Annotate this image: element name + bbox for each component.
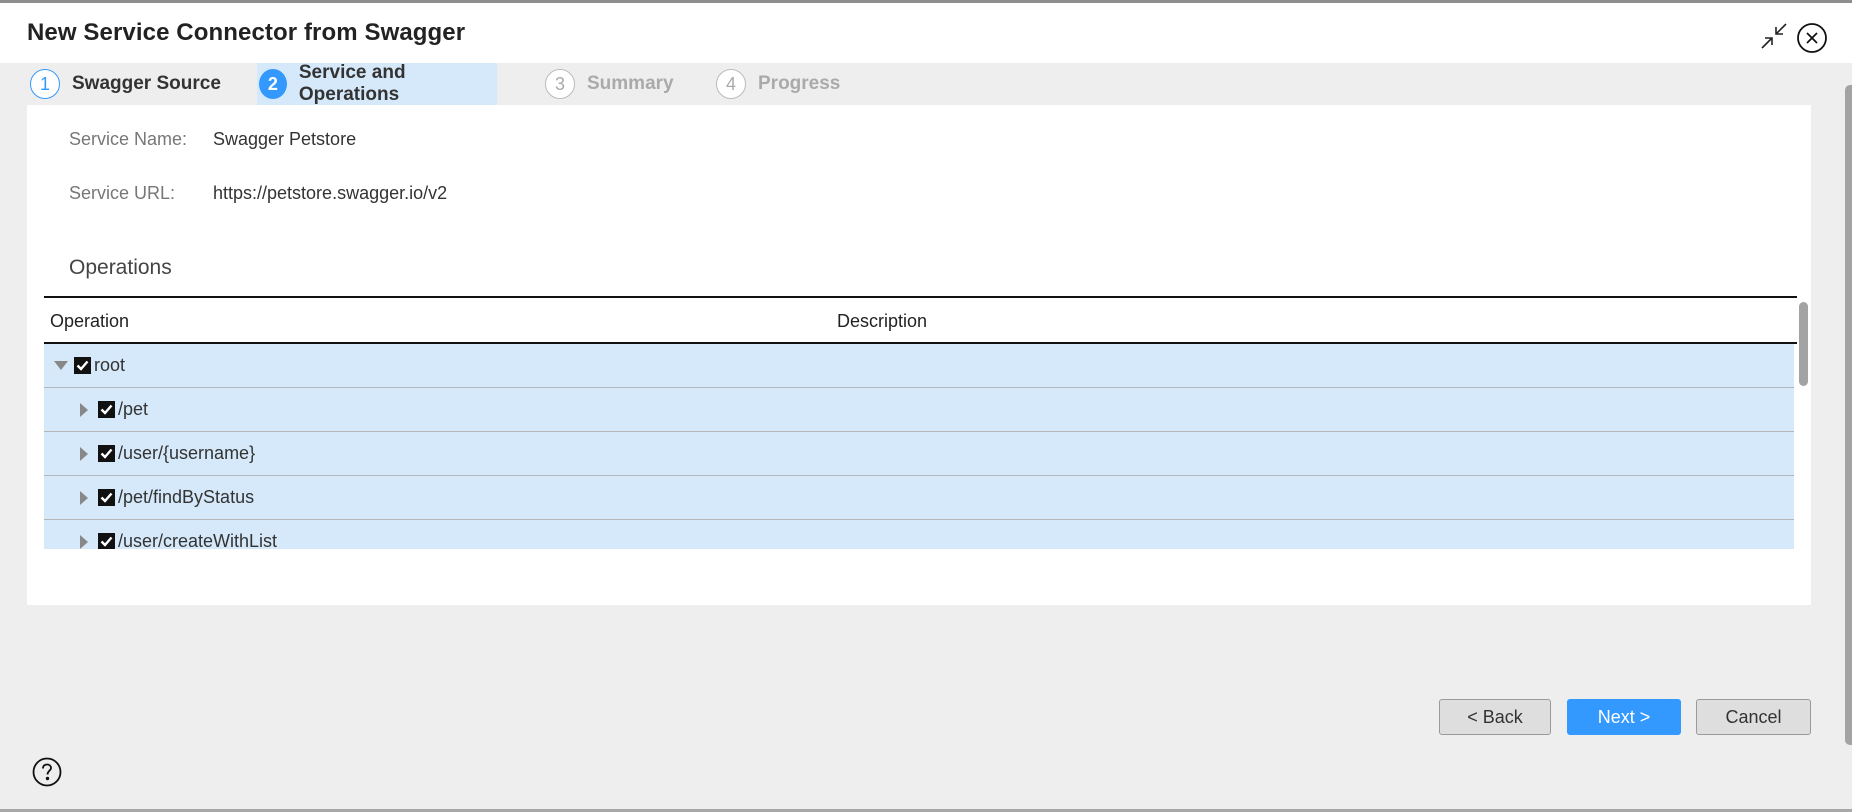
step-progress[interactable]: 4 Progress — [714, 63, 840, 105]
tree-row[interactable]: /pet — [44, 388, 1794, 432]
checkbox-checked[interactable] — [98, 533, 115, 549]
table-scrollbar[interactable] — [1799, 302, 1808, 386]
checkbox-checked[interactable] — [98, 401, 115, 418]
service-url-label: Service URL: — [69, 183, 176, 203]
expand-arrow-icon[interactable] — [80, 402, 88, 417]
service-url-value: https://petstore.swagger.io/v2 — [213, 183, 448, 203]
step-number-badge: 3 — [545, 69, 575, 99]
tree-row-root[interactable]: root — [44, 344, 1794, 388]
help-icon[interactable] — [32, 757, 62, 787]
step-label: Summary — [587, 73, 674, 94]
dialog-titlebar: New Service Connector from Swagger — [0, 3, 1852, 63]
table-header: Operation Description — [44, 296, 1797, 344]
close-icon[interactable] — [1796, 22, 1828, 54]
dialog-title: New Service Connector from Swagger — [27, 19, 466, 46]
column-header-description[interactable]: Description — [837, 311, 927, 332]
back-button[interactable]: < Back — [1439, 699, 1551, 735]
expand-arrow-icon[interactable] — [80, 490, 88, 505]
step-label: Progress — [758, 73, 841, 94]
checkbox-checked[interactable] — [98, 445, 115, 462]
step-number-badge: 4 — [716, 69, 746, 99]
next-button[interactable]: Next > — [1567, 699, 1681, 735]
table-body: root /pet /user/{username} /pet/findBySt… — [44, 344, 1794, 549]
expand-arrow-icon[interactable] — [80, 534, 88, 549]
wizard-steps: 1 Swagger Source 2 Service and Operation… — [0, 62, 1852, 105]
operations-section-title: Operations — [69, 256, 172, 279]
step-label: Service and Operations — [298, 62, 406, 105]
operation-label: root — [94, 355, 126, 375]
tree-row[interactable]: /user/createWithList — [44, 520, 1794, 549]
step-summary[interactable]: 3 Summary — [543, 63, 674, 105]
step-number-badge: 1 — [30, 69, 60, 99]
page-scrollbar[interactable] — [1845, 85, 1852, 745]
service-name-value: Swagger Petstore — [213, 129, 357, 149]
step-swagger-source[interactable]: 1 Swagger Source — [28, 63, 221, 105]
tree-row[interactable]: /user/{username} — [44, 432, 1794, 476]
cancel-button[interactable]: Cancel — [1696, 699, 1811, 735]
step-number-badge: 2 — [259, 69, 287, 99]
step-label: Swagger Source — [72, 73, 221, 94]
collapse-icon[interactable] — [1760, 22, 1788, 50]
checkbox-checked[interactable] — [98, 489, 115, 506]
service-name-label: Service Name: — [69, 129, 188, 149]
operation-label: /user/{username} — [118, 443, 256, 463]
operation-label: /user/createWithList — [118, 531, 278, 549]
operations-table: Operation Description root /pet /user/{u… — [44, 296, 1797, 549]
collapse-arrow-icon[interactable] — [54, 361, 68, 370]
tree-row[interactable]: /pet/findByStatus — [44, 476, 1794, 520]
operation-label: /pet/findByStatus — [118, 487, 255, 507]
operation-label: /pet — [118, 399, 149, 419]
expand-arrow-icon[interactable] — [80, 446, 88, 461]
step-service-and-operations[interactable]: 2 Service and Operations — [257, 62, 497, 105]
column-header-operation[interactable]: Operation — [50, 311, 129, 332]
checkbox-checked[interactable] — [74, 357, 91, 374]
